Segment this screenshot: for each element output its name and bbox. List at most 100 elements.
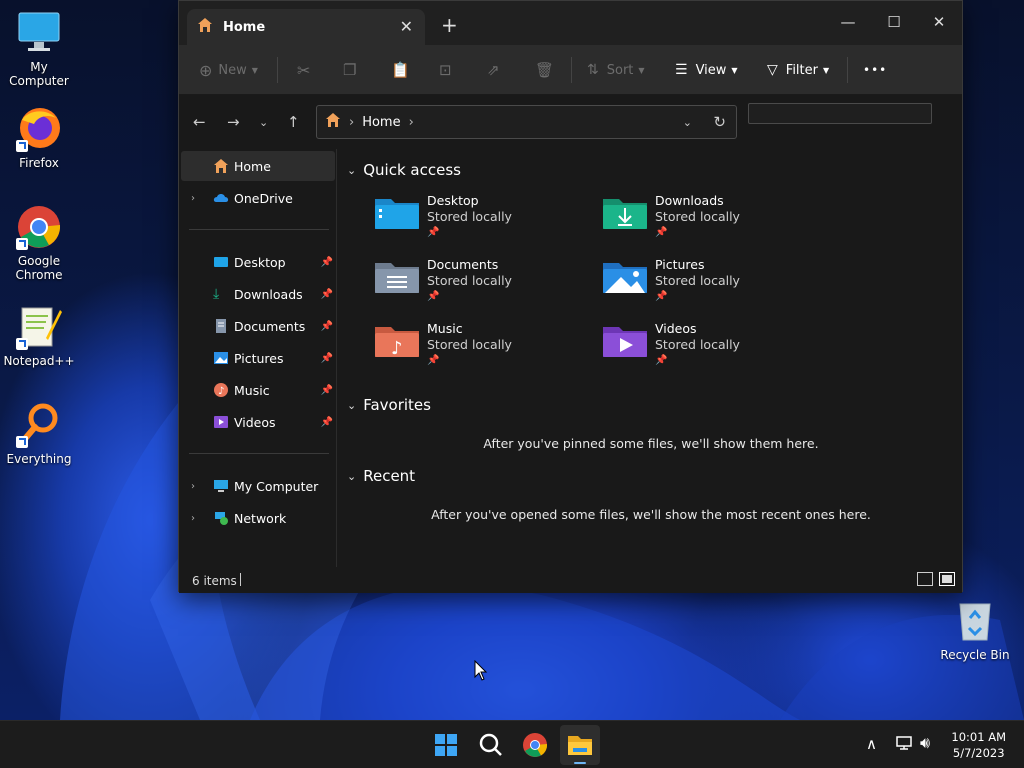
sidebar-item-label: My Computer (234, 478, 319, 494)
desktop-icon-label: My Computer (9, 60, 69, 88)
desktop-icon-firefox[interactable]: Firefox (0, 106, 78, 170)
volume-icon[interactable]: 🔊︎ (920, 733, 930, 753)
section-recent[interactable]: ⌄ Recent (347, 467, 415, 485)
toolbar-separator (277, 57, 278, 83)
quick-access-location: Stored locally (427, 273, 512, 288)
view-button[interactable]: ☰ View ▼ (675, 58, 738, 82)
quick-access-item-videos[interactable]: Videos Stored locally 📌 (603, 321, 823, 377)
tiles-view-icon[interactable] (939, 572, 955, 586)
tab-home[interactable]: Home ✕ (187, 9, 425, 45)
details-view-icon[interactable] (917, 572, 933, 586)
more-options-button[interactable]: ••• (863, 58, 887, 82)
desktop-icon-notepadpp[interactable]: Notepad++ (0, 304, 78, 368)
delete-button[interactable]: 🗑 (535, 58, 554, 82)
desktop-folder-icon (213, 254, 229, 270)
sidebar-item-network[interactable]: › Network (181, 503, 335, 533)
quick-access-location: Stored locally (655, 209, 740, 224)
desktop-icon-recycle-bin[interactable]: Recycle Bin (936, 598, 1014, 662)
copy-button[interactable]: ❐ (343, 58, 356, 82)
recycle-bin-icon (952, 598, 998, 644)
sidebar-item-desktop[interactable]: Desktop 📌 (181, 247, 335, 277)
mouse-cursor-icon (474, 659, 488, 686)
tab-title: Home (223, 19, 266, 35)
section-quick-access[interactable]: ⌄ Quick access (347, 161, 461, 179)
pin-icon[interactable]: 📌 (321, 417, 333, 428)
taskbar: ∧ 🔊︎ 10:01 AM 5/7/2023 (0, 720, 1024, 768)
chevron-down-icon: ⌄ (347, 469, 357, 483)
new-tab-button[interactable]: + (441, 13, 458, 37)
minimize-button[interactable]: — (825, 7, 871, 37)
downloads-folder-icon (603, 195, 647, 231)
sort-button[interactable]: ⇅ Sort ▼ (587, 58, 645, 82)
pin-icon[interactable]: 📌 (321, 321, 333, 332)
shortcut-arrow-icon (16, 436, 28, 448)
start-button[interactable] (430, 729, 462, 761)
system-clock[interactable]: 10:01 AM 5/7/2023 (951, 729, 1006, 761)
quick-access-item-pictures[interactable]: Pictures Stored locally 📌 (603, 257, 823, 313)
chevron-down-icon: ⌄ (347, 163, 357, 177)
sidebar-item-music[interactable]: ♪ Music 📌 (181, 375, 335, 405)
sidebar-item-onedrive[interactable]: › OneDrive (181, 183, 335, 213)
cut-button[interactable]: ✂ (297, 58, 310, 82)
recent-empty-message: After you've opened some files, we'll sh… (431, 507, 871, 522)
show-hidden-icons-chevron-icon[interactable]: ∧ (866, 735, 877, 753)
pin-icon[interactable]: 📌 (321, 353, 333, 364)
address-dropdown-chevron-icon[interactable]: ⌄ (683, 116, 692, 129)
chevron-right-icon[interactable]: › (191, 193, 195, 204)
sidebar-item-downloads[interactable]: ⤓ Downloads 📌 (181, 279, 335, 309)
sidebar-divider (189, 229, 329, 230)
title-bar[interactable]: Home ✕ + — ☐ ✕ (179, 1, 962, 45)
network-icon[interactable] (896, 735, 914, 755)
folder-icon (568, 736, 592, 764)
trash-icon: 🗑 (535, 61, 555, 79)
taskbar-search-button[interactable] (475, 729, 507, 761)
new-button[interactable]: ⊕ New ▼ (199, 58, 258, 82)
rename-icon: ⊡ (439, 61, 452, 79)
close-window-button[interactable]: ✕ (916, 7, 962, 37)
favorites-empty-message: After you've pinned some files, we'll sh… (483, 436, 819, 451)
desktop-icon-chrome[interactable]: Google Chrome (0, 204, 78, 282)
clock-date: 5/7/2023 (952, 746, 1005, 760)
pin-icon[interactable]: 📌 (321, 385, 333, 396)
desktop-icon-my-computer[interactable]: My Computer (0, 10, 78, 88)
address-bar[interactable]: › Home › ⌄ ↻ (316, 105, 737, 139)
share-button[interactable]: ⇗ (487, 58, 500, 82)
sidebar-item-my-computer[interactable]: › My Computer (181, 471, 335, 501)
toolbar-separator (847, 57, 848, 83)
filter-button[interactable]: ▽ Filter ▼ (767, 58, 829, 82)
windows-logo-icon (435, 734, 457, 756)
recent-locations-chevron-icon[interactable]: ⌄ (259, 116, 268, 129)
quick-access-item-downloads[interactable]: Downloads Stored locally 📌 (603, 193, 823, 249)
navigation-pane: Home › OneDrive Desktop 📌 ⤓ Downloads 📌 … (179, 149, 337, 567)
sidebar-item-pictures[interactable]: Pictures 📌 (181, 343, 335, 373)
search-input[interactable] (748, 103, 932, 124)
search-icon (479, 733, 502, 756)
pin-icon[interactable]: 📌 (321, 289, 333, 300)
taskbar-chrome-button[interactable] (519, 729, 551, 761)
quick-access-item-desktop[interactable]: Desktop Stored locally 📌 (375, 193, 595, 249)
sidebar-item-label: Home (234, 158, 271, 174)
paste-button[interactable]: 📋 (391, 58, 410, 82)
quick-access-name: Desktop (427, 193, 479, 208)
picture-icon (213, 350, 229, 366)
breadcrumb-home[interactable]: Home (362, 115, 400, 130)
content-pane: ⌄ Quick access Desktop Stored locally 📌 … (339, 149, 963, 567)
sidebar-item-documents[interactable]: Documents 📌 (181, 311, 335, 341)
up-arrow-icon[interactable]: ↑ (287, 113, 300, 131)
chevron-right-icon[interactable]: › (191, 513, 195, 524)
section-favorites[interactable]: ⌄ Favorites (347, 396, 431, 414)
quick-access-item-documents[interactable]: Documents Stored locally 📌 (375, 257, 595, 313)
quick-access-item-music[interactable]: ♪ Music Stored locally 📌 (375, 321, 595, 377)
maximize-button[interactable]: ☐ (871, 7, 917, 37)
sidebar-item-videos[interactable]: Videos 📌 (181, 407, 335, 437)
forward-arrow-icon[interactable]: → (227, 113, 240, 131)
refresh-icon[interactable]: ↻ (713, 113, 726, 131)
rename-button[interactable]: ⊡ (439, 58, 452, 82)
taskbar-file-explorer-button[interactable] (560, 725, 600, 765)
close-tab-icon[interactable]: ✕ (400, 17, 413, 36)
chevron-right-icon[interactable]: › (191, 481, 195, 492)
desktop-icon-everything[interactable]: Everything (0, 402, 78, 466)
sidebar-item-home[interactable]: Home (181, 151, 335, 181)
pin-icon[interactable]: 📌 (321, 257, 333, 268)
back-arrow-icon[interactable]: ← (193, 113, 206, 131)
